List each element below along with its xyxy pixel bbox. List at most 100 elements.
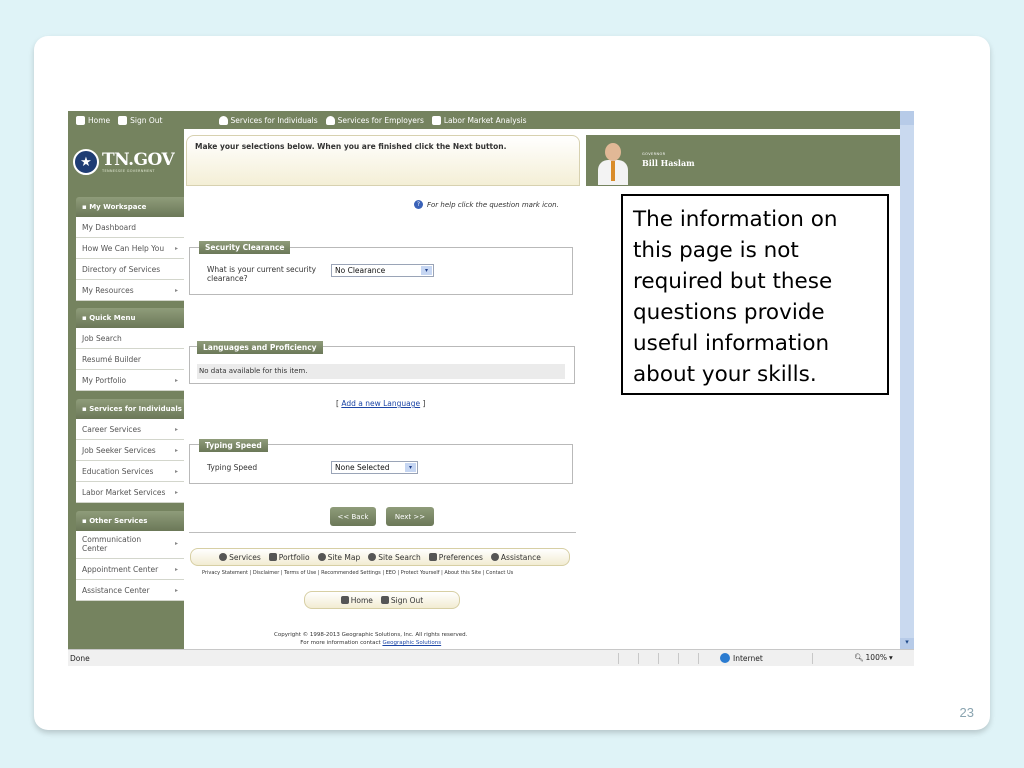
question-mark-icon[interactable]: ?	[414, 200, 423, 209]
sidebar-item-career-services[interactable]: Career Services ▸	[76, 419, 184, 440]
footer-home-signout: Home Sign Out	[304, 591, 460, 609]
person-icon	[219, 553, 228, 561]
copyright: Copyright © 1998-2013 Geographic Solutio…	[274, 632, 468, 646]
chevron-right-icon: ▸	[174, 425, 178, 433]
security-zone: Internet	[720, 653, 763, 663]
search-icon	[368, 553, 377, 561]
instruction-panel: Make your selections below. When you are…	[186, 135, 580, 186]
typing-speed-legend: Typing Speed	[199, 439, 268, 452]
sidebar-header-individuals[interactable]: ▪ Services for Individuals	[76, 399, 184, 419]
tennessee-stars-icon: ★	[73, 149, 99, 175]
instruction-text: Make your selections below. When you are…	[195, 142, 507, 151]
sidebar-item-appointment-center[interactable]: Appointment Center ▸	[76, 559, 184, 580]
folder-icon	[268, 553, 277, 561]
back-button[interactable]: << Back	[330, 507, 376, 526]
typing-speed-select[interactable]: None Selected ▾	[331, 461, 418, 474]
globe-icon	[317, 553, 326, 561]
chevron-down-icon: ▾	[421, 266, 432, 275]
sidebar-item-my-dashboard[interactable]: My Dashboard	[76, 217, 184, 238]
sidebar-item-how-we-can-help[interactable]: How We Can Help You ▸	[76, 238, 184, 259]
wrench-icon	[428, 553, 437, 561]
sidebar-item-labor-market-services[interactable]: Labor Market Services ▸	[76, 482, 184, 503]
status-bar: Done Internet 🔍︎ 100% ▾	[68, 649, 914, 666]
security-clearance-label: What is your current security clearance?	[207, 265, 317, 284]
footer-link-preferences[interactable]: Preferences	[428, 553, 483, 562]
geographic-solutions-link[interactable]: Geographic Solutions	[382, 640, 441, 646]
sidebar-item-job-search[interactable]: Job Search	[76, 328, 184, 349]
tngov-logo[interactable]: ★ TN.GOV TENNESSEE GOVERNMENT	[73, 145, 179, 179]
chevron-right-icon: ▸	[174, 286, 178, 294]
sidebar-header-quick-menu[interactable]: ▪ Quick Menu	[76, 308, 184, 328]
sidebar-item-communication-center[interactable]: Communication Center ▸	[76, 531, 184, 559]
languages-nodata: No data available for this item.	[197, 364, 565, 379]
top-nav: Home Sign Out Services for Individuals S…	[68, 111, 900, 129]
help-icon	[490, 553, 499, 561]
governor-name: Bill Haslam	[642, 158, 695, 168]
governor-banner: GOVERNOR Bill Haslam	[586, 135, 900, 186]
governor-photo	[598, 143, 628, 185]
footer-link-assistance[interactable]: Assistance	[490, 553, 541, 562]
divider	[189, 532, 576, 533]
home-icon	[340, 596, 349, 604]
footer-home-link[interactable]: Home	[340, 596, 373, 605]
nav-sign-out[interactable]: Sign Out	[118, 115, 163, 125]
chevron-right-icon: ▸	[174, 446, 178, 454]
languages-legend: Languages and Proficiency	[197, 341, 323, 354]
sidebar-group-other: ▪ Other Services Communication Center ▸ A…	[76, 511, 184, 601]
sidebar-group-workspace: ▪ My Workspace My Dashboard How We Can H…	[76, 197, 184, 301]
legal-links[interactable]: Privacy Statement | Disclaimer | Terms o…	[202, 570, 513, 576]
globe-icon	[720, 653, 730, 663]
footer-link-portfolio[interactable]: Portfolio	[268, 553, 310, 562]
sidebar-header-other[interactable]: ▪ Other Services	[76, 511, 184, 531]
chevron-down-icon: ▾	[888, 653, 893, 662]
footer-link-services[interactable]: Services	[219, 553, 261, 562]
security-clearance-select[interactable]: No Clearance ▾	[331, 264, 434, 277]
magnifier-icon: 🔍︎	[854, 653, 864, 662]
next-button[interactable]: Next >>	[386, 507, 434, 526]
zoom-level[interactable]: 🔍︎ 100% ▾	[854, 653, 893, 662]
sidebar-item-my-resources[interactable]: My Resources ▸	[76, 280, 184, 301]
sign-out-icon	[118, 115, 128, 125]
sidebar-item-directory[interactable]: Directory of Services	[76, 259, 184, 280]
chevron-right-icon: ▸	[174, 376, 178, 384]
sidebar-header-workspace[interactable]: ▪ My Workspace	[76, 197, 184, 217]
sidebar-item-assistance-center[interactable]: Assistance Center ▸	[76, 580, 184, 601]
sidebar-group-quick-menu: ▪ Quick Menu Job Search Resumé Builder M…	[76, 308, 184, 391]
chevron-right-icon: ▸	[174, 586, 178, 594]
typing-speed-label: Typing Speed	[207, 463, 258, 472]
chevron-right-icon: ▸	[174, 565, 178, 573]
person-icon	[218, 115, 228, 125]
add-language-link[interactable]: Add a new Language	[341, 399, 420, 408]
chevron-right-icon: ▸	[174, 488, 178, 496]
sidebar: ★ TN.GOV TENNESSEE GOVERNMENT ▪ My Works…	[68, 129, 184, 649]
add-language-line: [ Add a new Language ]	[336, 399, 426, 408]
group-icon	[325, 115, 335, 125]
sidebar-group-individuals: ▪ Services for Individuals Career Servic…	[76, 399, 184, 503]
chart-icon	[431, 115, 441, 125]
sidebar-item-job-seeker-services[interactable]: Job Seeker Services ▸	[76, 440, 184, 461]
status-text: Done	[70, 654, 90, 663]
footer-link-site-map[interactable]: Site Map	[317, 553, 360, 562]
footer-link-site-search[interactable]: Site Search	[368, 553, 421, 562]
nav-home[interactable]: Home	[76, 115, 110, 125]
footer-sign-out-link[interactable]: Sign Out	[380, 596, 423, 605]
scroll-up-button[interactable]	[900, 111, 914, 125]
sidebar-item-education-services[interactable]: Education Services ▸	[76, 461, 184, 482]
chevron-right-icon: ▸	[174, 467, 178, 475]
sign-out-icon	[380, 596, 389, 604]
sidebar-item-my-portfolio[interactable]: My Portfolio ▸	[76, 370, 184, 391]
scrollbar[interactable]: ▾	[900, 111, 914, 666]
security-clearance-legend: Security Clearance	[199, 241, 291, 254]
footer-links: Services Portfolio Site Map Site Search …	[190, 548, 570, 566]
chevron-right-icon: ▸	[174, 540, 178, 548]
nav-labor-market[interactable]: Labor Market Analysis	[431, 115, 527, 125]
chevron-down-icon: ▾	[405, 463, 416, 472]
help-hint: ? For help click the question mark icon.	[414, 200, 559, 209]
nav-services-employers[interactable]: Services for Employers	[325, 115, 424, 125]
annotation-callout: The information on this page is not requ…	[621, 194, 889, 395]
home-icon	[76, 115, 85, 125]
chevron-right-icon: ▸	[174, 244, 178, 252]
nav-services-individuals[interactable]: Services for Individuals	[218, 115, 318, 125]
slide-number: 23	[959, 705, 974, 720]
sidebar-item-resume-builder[interactable]: Resumé Builder	[76, 349, 184, 370]
